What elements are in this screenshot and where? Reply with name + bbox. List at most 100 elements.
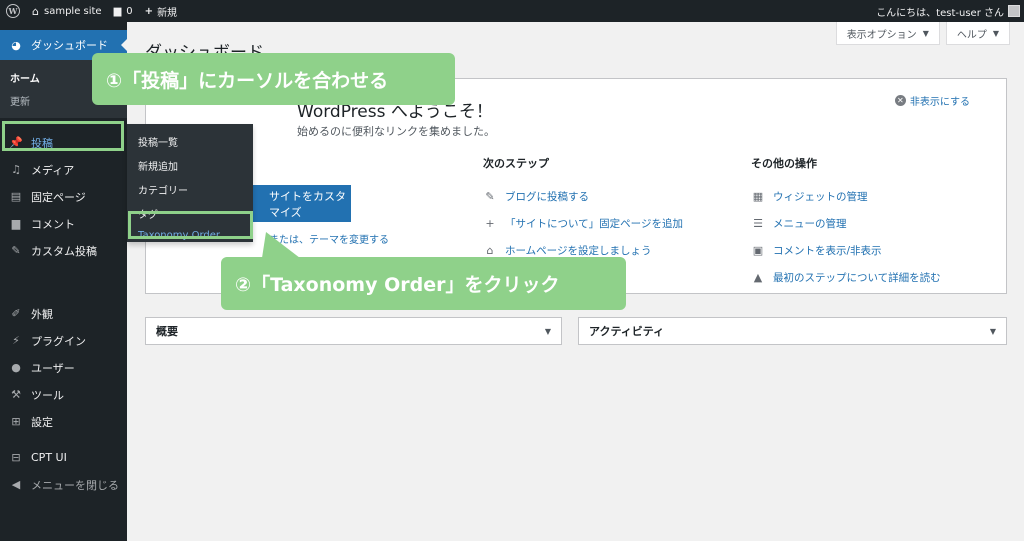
help-label: ヘルプ <box>956 29 987 41</box>
caret-down-icon: ▼ <box>922 28 929 38</box>
customize-button[interactable]: サイトをカスタマイズ <box>249 185 351 222</box>
sidebar-item-tools[interactable]: ⚒ ツール <box>0 381 127 408</box>
wp-logo-menu[interactable]: W <box>0 0 26 22</box>
link-label: ウィジェットの管理 <box>773 191 868 203</box>
postbox-title: アクティビティ <box>589 325 665 338</box>
screen-meta-links: 表示オプション ▼ ヘルプ ▼ <box>835 22 1010 45</box>
link-label: 最初のステップについて詳細を読む <box>773 272 941 284</box>
greeting: こんにちは、test-user さん <box>876 7 1004 19</box>
postbox-overview[interactable]: 概要 ▼ <box>145 317 562 345</box>
site-name-link[interactable]: ⌂ sample site <box>26 0 108 22</box>
link-label: ホームページを設定しましょう <box>505 245 652 257</box>
grid-icon: ⊟ <box>11 451 21 464</box>
sidebar-item-label: 固定ページ <box>31 190 86 204</box>
taxonomy-order-highlight-box <box>128 211 253 239</box>
media-icon: ♫ <box>11 163 21 176</box>
flyout-item-categories[interactable]: カテゴリー <box>127 178 253 202</box>
sidebar-item-label: メニューを閉じる <box>31 478 119 492</box>
new-content-link[interactable]: + 新規 <box>139 0 183 22</box>
sidebar-item-users[interactable]: ● ユーザー <box>0 354 127 381</box>
plus-icon: + <box>485 217 495 230</box>
manage-menus-link[interactable]: ☰ メニューの管理 <box>751 210 941 237</box>
link-label: コメントを表示/非表示 <box>773 245 882 257</box>
posts-highlight-box <box>2 121 124 151</box>
comment-icon: ▆ <box>11 217 21 230</box>
sidebar-item-label: カスタム投稿 <box>31 244 97 258</box>
sidebar-item-label: CPT UI <box>31 451 67 464</box>
pin-icon: ✎ <box>11 244 21 257</box>
sidebar-item-cpt-ui[interactable]: ⊟ CPT UI <box>0 444 127 471</box>
postbox-activity[interactable]: アクティビティ ▼ <box>578 317 1007 345</box>
link-label: メニューの管理 <box>773 218 847 230</box>
instruction-callout-1: ①「投稿」にカーソルを合わせる <box>92 53 455 105</box>
graduation-cap-icon: ▲ <box>753 271 763 284</box>
sidebar-item-label: 設定 <box>31 415 53 429</box>
more-actions-heading: その他の操作 <box>751 157 817 170</box>
postbox-title: 概要 <box>156 325 178 338</box>
sidebar-item-appearance[interactable]: ✐ 外観 <box>0 300 127 327</box>
sidebar-item-label: ツール <box>31 388 64 402</box>
new-content-label: 新規 <box>157 7 178 19</box>
dismiss-link[interactable]: ✕ 非表示にする <box>894 93 970 108</box>
welcome-about: 始めるのに便利なリンクを集めました。 <box>297 125 495 138</box>
screen-options-button[interactable]: 表示オプション ▼ <box>835 22 940 45</box>
flyout-item-all-posts[interactable]: 投稿一覧 <box>127 130 253 154</box>
sidebar-item-settings[interactable]: ⊞ 設定 <box>0 408 127 435</box>
dismiss-label: 非表示にする <box>909 97 970 108</box>
link-label: ブログに投稿する <box>505 191 589 203</box>
more-actions-column: その他の操作 ▦ ウィジェットの管理 ☰ メニューの管理 ▣ コメントを表示/非… <box>751 155 941 291</box>
link-label: 「サイトについて」固定ページを追加 <box>505 218 683 230</box>
next-steps-column: 次のステップ ✎ ブログに投稿する + 「サイトについて」固定ページを追加 ⌂ … <box>483 155 683 264</box>
avatar <box>1008 5 1020 17</box>
sidebar-item-custom-posts[interactable]: ✎ カスタム投稿 <box>0 237 127 264</box>
settings-icon: ⊞ <box>11 415 21 428</box>
home-icon: ⌂ <box>32 4 39 18</box>
widgets-icon: ▦ <box>752 190 764 203</box>
comment-icon: ▆ <box>113 5 122 17</box>
collapse-menu-button[interactable]: ◀ メニューを閉じる <box>0 471 127 498</box>
menu-icon: ☰ <box>753 217 763 230</box>
plugin-icon: ⚡ <box>12 334 20 347</box>
help-button[interactable]: ヘルプ ▼ <box>945 22 1010 45</box>
sidebar-item-label: コメント <box>31 217 75 231</box>
brush-icon: ✐ <box>11 307 21 320</box>
admin-bar: W ⌂ sample site ▆ 0 + 新規 こんにちは、test-user… <box>0 0 1024 22</box>
comments-link[interactable]: ▆ 0 <box>108 0 139 22</box>
edit-icon: ✎ <box>485 190 495 203</box>
my-account-link[interactable]: こんにちは、test-user さん <box>870 0 1024 22</box>
next-steps-heading: 次のステップ <box>483 157 549 170</box>
learn-more-link[interactable]: ▲ 最初のステップについて詳細を読む <box>751 264 941 291</box>
change-theme-link[interactable]: または、テーマを変更する <box>269 231 389 246</box>
sidebar-item-plugins[interactable]: ⚡ プラグイン <box>0 327 127 354</box>
instruction-callout-2: ②「Taxonomy Order」をクリック <box>221 257 626 310</box>
user-icon: ● <box>11 361 21 374</box>
close-icon: ✕ <box>894 95 906 106</box>
collapse-icon: ◀ <box>11 478 21 491</box>
add-about-page-link[interactable]: + 「サイトについて」固定ページを追加 <box>483 210 683 237</box>
plus-icon: + <box>144 5 154 17</box>
sidebar-item-media[interactable]: ♫ メディア <box>0 156 127 183</box>
sidebar-item-label: 外観 <box>31 307 53 321</box>
comments-count: 0 <box>126 5 133 17</box>
caret-down-icon[interactable]: ▼ <box>990 327 996 336</box>
sidebar-item-comments[interactable]: ▆ コメント <box>0 210 127 237</box>
sidebar-item-label: プラグイン <box>31 334 86 348</box>
flyout-item-add-new[interactable]: 新規追加 <box>127 154 253 178</box>
wrench-icon: ⚒ <box>11 388 21 401</box>
caret-down-icon[interactable]: ▼ <box>545 327 551 336</box>
page-icon: ▤ <box>10 190 22 203</box>
site-name: sample site <box>43 5 102 17</box>
comment-toggle-icon: ▣ <box>752 244 764 257</box>
sidebar-item-pages[interactable]: ▤ 固定ページ <box>0 183 127 210</box>
write-post-link[interactable]: ✎ ブログに投稿する <box>483 183 683 210</box>
screen-options-label: 表示オプション <box>846 29 917 41</box>
manage-widgets-link[interactable]: ▦ ウィジェットの管理 <box>751 183 941 210</box>
sidebar-item-label: ダッシュボード <box>31 39 108 52</box>
caret-down-icon: ▼ <box>992 28 999 38</box>
home-icon: ⌂ <box>486 244 494 257</box>
toggle-comments-link[interactable]: ▣ コメントを表示/非表示 <box>751 237 941 264</box>
wordpress-logo-icon: W <box>6 4 20 18</box>
menu-separator <box>0 264 127 300</box>
sidebar-item-label: メディア <box>31 163 75 177</box>
sidebar-item-label: ユーザー <box>31 361 75 375</box>
